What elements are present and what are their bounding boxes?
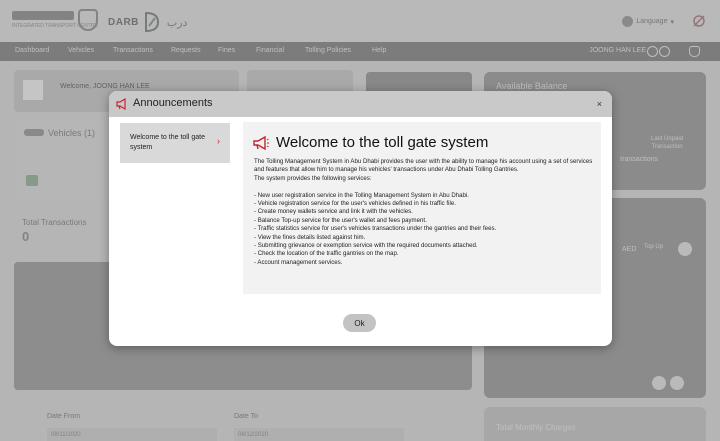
modal-title: Announcements (133, 97, 213, 109)
announcement-list-item[interactable]: Welcome to the toll gate system › (120, 123, 230, 163)
megaphone-icon (116, 98, 126, 110)
megaphone-icon (253, 136, 269, 150)
announcement-heading: Welcome to the toll gate system (276, 134, 489, 151)
announcements-modal: Announcements × Welcome to the toll gate… (109, 91, 612, 346)
ok-button[interactable]: Ok (343, 314, 376, 332)
announcement-list-item-label: Welcome to the toll gate system (130, 134, 205, 151)
announcement-content: Welcome to the toll gate system The Toll… (243, 122, 601, 294)
modal-header: Announcements × (109, 91, 612, 117)
chevron-right-icon: › (217, 136, 220, 146)
announcement-body: The Tolling Management System in Abu Dha… (254, 158, 593, 266)
close-icon[interactable]: × (597, 99, 602, 109)
